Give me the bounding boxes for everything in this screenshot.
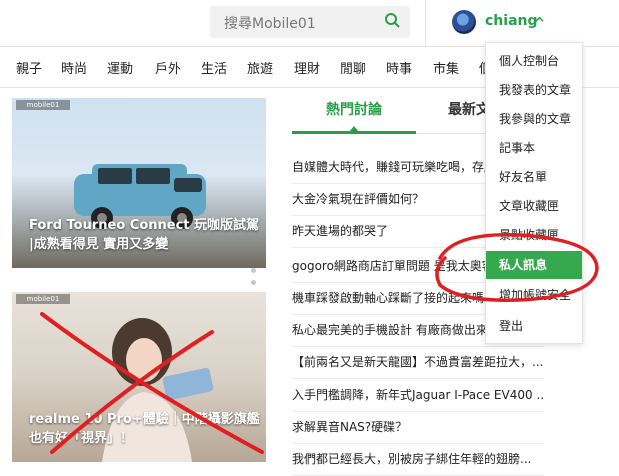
nav-item-news[interactable]: 時事 [386, 58, 412, 77]
topic-item[interactable]: 求解異音NAS?硬碟？ [292, 412, 544, 444]
article-card-phone[interactable]: mobile01 realme 10 Pro+體驗｜中階攝影旗艦 也有好「視界」… [12, 292, 266, 462]
tab-pointer-icon [349, 126, 359, 132]
nav-item-finance[interactable]: 理財 [294, 58, 320, 77]
topic-item[interactable]: 【前兩名又是新天龍國】不過貴富差距拉大，... [292, 347, 544, 379]
topic-item[interactable]: 我們都已經長大，別被房子綁住年輕的翅膀... [292, 444, 544, 476]
menu-item-article-saves[interactable]: 文章收藏匣 [486, 192, 582, 220]
search-box[interactable]: 搜尋Mobile01 [210, 6, 410, 38]
article-card-car[interactable]: mobile01 Ford Tourneo Connect 玩咖版試駕 |成熟看… [12, 98, 266, 268]
nav-item-chat[interactable]: 閒聊 [340, 58, 366, 77]
nav-item-outdoor[interactable]: 戶外 [155, 58, 181, 77]
nav-item-sports[interactable]: 運動 [107, 58, 133, 77]
site-watermark: mobile01 [16, 100, 70, 110]
card-title[interactable]: Ford Tourneo Connect 玩咖版試駕 |成熟看得見 實用又多變 [29, 216, 261, 254]
site-watermark: mobile01 [16, 294, 70, 304]
avatar[interactable] [452, 10, 476, 34]
chevron-up-icon[interactable] [535, 15, 544, 24]
menu-item-my-replies[interactable]: 我參與的文章 [486, 105, 582, 133]
menu-item-account-security[interactable]: 增加帳號安全 [486, 281, 582, 309]
carousel-dot[interactable] [251, 268, 256, 273]
menu-item-logout[interactable]: 登出 [486, 312, 582, 340]
menu-item-notes[interactable]: 記事本 [486, 134, 582, 162]
user-dropdown-menu: 個人控制台 我發表的文章 我參與的文章 記事本 好友名單 文章收藏匣 景點收藏匣… [485, 42, 583, 344]
username-label[interactable]: chiang [485, 13, 538, 29]
card-title[interactable]: realme 10 Pro+體驗｜中階攝影旗艦 也有好「視界」！ [29, 410, 261, 448]
nav-item-life[interactable]: 生活 [201, 58, 227, 77]
menu-item-private-messages[interactable]: 私人訊息 [486, 251, 582, 279]
menu-item-dashboard[interactable]: 個人控制台 [486, 47, 582, 75]
carousel-dot[interactable] [251, 280, 256, 285]
nav-item-parenting[interactable]: 親子 [16, 58, 42, 77]
search-input[interactable]: 搜尋Mobile01 [224, 13, 316, 33]
menu-item-friends[interactable]: 好友名單 [486, 163, 582, 191]
nav-item-market[interactable]: 市集 [433, 58, 459, 77]
nav-item-travel[interactable]: 旅遊 [247, 58, 273, 77]
header-divider [425, 0, 426, 46]
topic-item[interactable]: 入手門檻調降，新年式Jaguar I-Pace EV400 ... [292, 380, 544, 412]
search-icon[interactable] [384, 12, 400, 28]
menu-item-place-saves[interactable]: 景點收藏匣 [486, 221, 582, 249]
nav-item-fashion[interactable]: 時尚 [61, 58, 87, 77]
menu-item-my-posts[interactable]: 我發表的文章 [486, 76, 582, 104]
